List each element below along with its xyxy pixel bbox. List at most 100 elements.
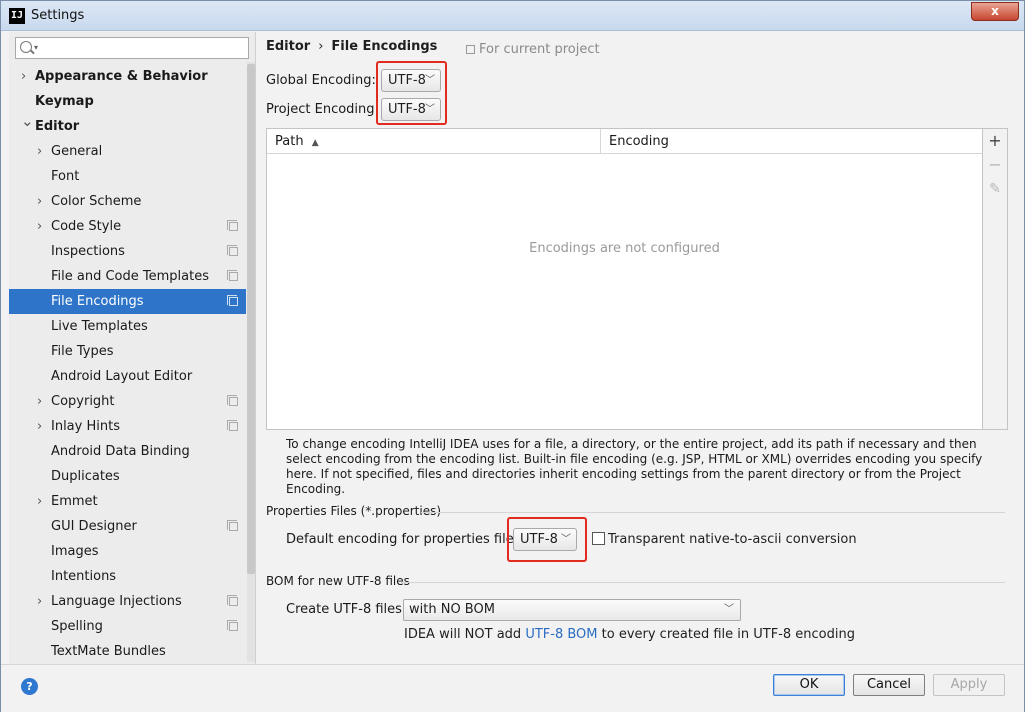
add-icon[interactable]: + — [983, 131, 1007, 150]
sidebar-item-label: Copyright — [51, 394, 115, 409]
sidebar-item-label: Android Layout Editor — [51, 369, 193, 384]
chevron-right-icon[interactable]: › — [37, 139, 42, 164]
chevron-right-icon[interactable]: › — [37, 389, 42, 414]
for-current-project-label: For current project — [479, 42, 600, 57]
sidebar-item-label: Live Templates — [51, 319, 148, 334]
sidebar-item-label: Editor — [35, 119, 80, 134]
sidebar-item-label: Intentions — [51, 569, 117, 584]
create-utf8-files-label: Create UTF-8 files: — [286, 602, 407, 617]
chevron-right-icon[interactable]: › — [37, 214, 42, 239]
chevron-right-icon[interactable]: › — [37, 414, 42, 439]
chevron-right-icon[interactable]: › — [37, 489, 42, 514]
sidebar-item-label: Inspections — [51, 244, 125, 259]
cancel-button[interactable]: Cancel — [853, 674, 925, 696]
sidebar-item-intentions[interactable]: Intentions — [9, 564, 246, 589]
sidebar-item-android-data-binding[interactable]: Android Data Binding — [9, 439, 246, 464]
sidebar-item-label: File and Code Templates — [51, 269, 209, 284]
path-encoding-table[interactable]: Path ▲ Encoding Encodings are not config… — [266, 128, 983, 430]
sidebar-item-label: Font — [51, 169, 80, 184]
sidebar-item-live-templates[interactable]: Live Templates — [9, 314, 246, 339]
ok-button[interactable]: OK — [773, 674, 845, 696]
breadcrumb: Editor › File Encodings — [266, 39, 437, 54]
bom-note-prefix: IDEA will NOT add — [404, 627, 526, 642]
sidebar-item-code-style[interactable]: › Code Style — [9, 214, 246, 239]
chevron-right-icon[interactable]: › — [21, 64, 26, 89]
bom-section-title: BOM for new UTF-8 files — [266, 574, 410, 588]
for-current-project-note: For current project — [466, 42, 600, 57]
column-header-encoding[interactable]: Encoding — [609, 129, 669, 154]
search-icon — [20, 41, 32, 53]
encoding-highlight-box — [376, 61, 447, 125]
sidebar-item-inspections[interactable]: Inspections — [9, 239, 246, 264]
sidebar-item-label: Spelling — [51, 619, 103, 634]
column-divider[interactable] — [600, 129, 601, 154]
close-button[interactable]: x — [971, 2, 1019, 21]
chevron-right-icon[interactable]: › — [37, 189, 42, 214]
sidebar-item-label: GUI Designer — [51, 519, 137, 534]
encoding-help-text: To change encoding IntelliJ IDEA uses fo… — [286, 437, 983, 496]
sidebar-item-label: Color Scheme — [51, 194, 142, 209]
project-scope-icon — [227, 420, 238, 431]
sidebar-item-general[interactable]: › General — [9, 139, 246, 164]
remove-icon[interactable]: − — [983, 155, 1007, 174]
project-scope-icon — [227, 520, 238, 531]
sidebar-scrollbar-thumb[interactable] — [247, 64, 255, 574]
transparent-ascii-label[interactable]: Transparent native-to-ascii conversion — [608, 532, 857, 547]
chevron-down-icon[interactable]: ⌄ — [21, 109, 34, 134]
sidebar-item-images[interactable]: Images — [9, 539, 246, 564]
breadcrumb-current: File Encodings — [331, 39, 438, 54]
sidebar-item-spelling[interactable]: Spelling — [9, 614, 246, 639]
sidebar-item-label: Inlay Hints — [51, 419, 120, 434]
sidebar-item-copyright[interactable]: › Copyright — [9, 389, 246, 414]
bom-note-suffix: to every created file in UTF-8 encoding — [597, 627, 855, 642]
column-path-label: Path — [275, 134, 304, 149]
bom-option-select[interactable]: with NO BOM ﹀ — [403, 599, 741, 621]
sidebar-item-font[interactable]: Font — [9, 164, 246, 189]
sidebar-item-label: Duplicates — [51, 469, 120, 484]
sidebar-item-emmet[interactable]: › Emmet — [9, 489, 246, 514]
sidebar-item-file-and-code-templates[interactable]: File and Code Templates — [9, 264, 246, 289]
sidebar-item-file-encodings[interactable]: File Encodings — [9, 289, 246, 314]
properties-highlight-box — [507, 517, 587, 562]
apply-button[interactable]: Apply — [933, 674, 1005, 696]
sidebar-item-inlay-hints[interactable]: › Inlay Hints — [9, 414, 246, 439]
chevron-down-icon: ﹀ — [724, 604, 734, 615]
search-options-chevron-icon[interactable]: ▾ — [34, 43, 38, 52]
sidebar-item-label: General — [51, 144, 103, 159]
project-encoding-label: Project Encoding: — [266, 102, 379, 117]
sidebar-item-textmate-bundles[interactable]: TextMate Bundles — [9, 639, 246, 664]
chevron-right-icon[interactable]: › — [37, 589, 42, 614]
sidebar-item-label: Images — [51, 544, 99, 559]
sidebar-item-file-types[interactable]: File Types — [9, 339, 246, 364]
breadcrumb-separator: › — [318, 39, 324, 54]
table-toolbar: + − ✎ — [983, 128, 1008, 430]
properties-section-title: Properties Files (*.properties) — [266, 504, 442, 518]
sidebar-item-duplicates[interactable]: Duplicates — [9, 464, 246, 489]
utf8-bom-link[interactable]: UTF-8 BOM — [525, 627, 597, 642]
settings-search-input[interactable]: ▾ — [15, 37, 249, 59]
sidebar-item-language-injections[interactable]: › Language Injections — [9, 589, 246, 614]
bom-note: IDEA will NOT add UTF-8 BOM to every cre… — [404, 627, 855, 642]
project-scope-icon — [227, 395, 238, 406]
sidebar-item-appearance-behavior[interactable]: › Appearance & Behavior — [9, 64, 246, 89]
sidebar-item-android-layout-editor[interactable]: Android Layout Editor — [9, 364, 246, 389]
sidebar-item-editor[interactable]: ⌄ Editor — [9, 112, 246, 139]
sidebar-item-label: Code Style — [51, 219, 122, 234]
sidebar-item-label: Android Data Binding — [51, 444, 190, 459]
column-header-path[interactable]: Path ▲ — [275, 129, 319, 154]
breadcrumb-parent[interactable]: Editor — [266, 39, 310, 54]
default-properties-encoding-label: Default encoding for properties files: — [286, 532, 525, 547]
project-scope-icon — [227, 220, 238, 231]
edit-pencil-icon[interactable]: ✎ — [983, 181, 1007, 197]
help-icon[interactable]: ? — [21, 678, 38, 695]
sidebar-item-keymap[interactable]: Keymap — [9, 89, 246, 114]
window-title: Settings — [31, 8, 85, 23]
title-bar: IJ Settings x — [1, 1, 1024, 31]
sort-ascending-icon: ▲ — [311, 138, 319, 148]
transparent-ascii-checkbox[interactable] — [592, 532, 605, 545]
sidebar-item-gui-designer[interactable]: GUI Designer — [9, 514, 246, 539]
global-encoding-label: Global Encoding: — [266, 73, 376, 88]
sidebar-item-color-scheme[interactable]: › Color Scheme — [9, 189, 246, 214]
project-scope-icon — [227, 270, 238, 281]
project-scope-icon — [227, 245, 238, 256]
